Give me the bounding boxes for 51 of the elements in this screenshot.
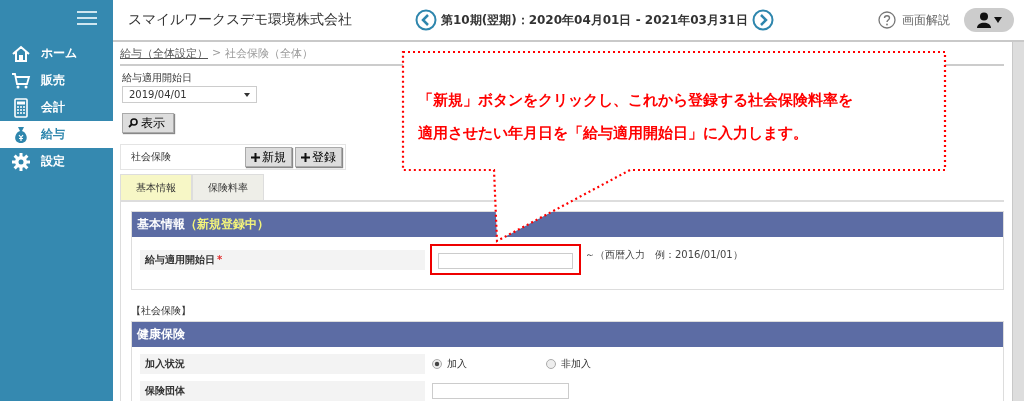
caret-icon bbox=[244, 92, 250, 97]
gear-icon bbox=[11, 151, 31, 172]
radio-label: 非加入 bbox=[561, 357, 591, 371]
show-button[interactable]: 表示 bbox=[122, 113, 174, 133]
radio-button[interactable] bbox=[546, 359, 556, 369]
search-icon bbox=[128, 118, 138, 128]
callout-text: 「新規」ボタンをクリックし、これから登録する社会保険料率を bbox=[418, 90, 854, 111]
toolbar-label: 社会保険 bbox=[131, 150, 172, 164]
breadcrumb-link[interactable]: 給与（全体設定） bbox=[120, 46, 208, 61]
field-label: 給与適用開始日 bbox=[122, 72, 193, 84]
select-field[interactable] bbox=[432, 383, 569, 399]
cart-icon bbox=[11, 70, 31, 91]
section-title: 健康保険 bbox=[137, 326, 185, 343]
help-icon[interactable] bbox=[878, 11, 896, 29]
help-link[interactable]: 画面解説 bbox=[902, 11, 950, 29]
status-label: （新規登録中） bbox=[185, 216, 269, 233]
breadcrumb-current: 社会保険（全体） bbox=[225, 46, 314, 61]
sidebar-item[interactable]: ホーム bbox=[0, 40, 113, 67]
radio-label: 加入 bbox=[447, 357, 467, 371]
sidebar-item[interactable]: 会計 bbox=[0, 94, 113, 121]
tab[interactable]: 基本情報 bbox=[120, 174, 192, 200]
plus-icon bbox=[251, 152, 260, 162]
toolbar-button[interactable]: 登録 bbox=[295, 147, 342, 167]
toolbar-button[interactable]: 新規 bbox=[245, 147, 292, 167]
date-input[interactable] bbox=[438, 252, 573, 269]
user-menu-button[interactable] bbox=[964, 8, 1014, 32]
required-mark: * bbox=[217, 254, 223, 265]
section-label: 【社会保険】 bbox=[131, 304, 192, 318]
sidebar-item[interactable]: 給与 bbox=[0, 121, 113, 148]
row-label: 保険団体 bbox=[140, 381, 425, 401]
callout-text: 適用させたい年月日を「給与適用開始日」に入力します。 bbox=[418, 123, 809, 144]
menu-icon[interactable] bbox=[77, 10, 97, 26]
next-period-icon[interactable] bbox=[751, 9, 774, 31]
plus-icon bbox=[301, 152, 310, 162]
company-name: スマイルワークスデモ環境株式会社 bbox=[128, 11, 353, 29]
field-label: 給与適用開始日 bbox=[145, 252, 215, 267]
calculator-icon bbox=[11, 97, 31, 118]
input-hint: ～（西暦入力 例：2016/01/01） bbox=[585, 248, 743, 262]
home-icon bbox=[11, 43, 31, 64]
radio-button[interactable] bbox=[432, 359, 442, 369]
breadcrumb-separator: > bbox=[212, 46, 222, 61]
date-select[interactable]: 2019/04/01 bbox=[122, 86, 257, 103]
row-label: 加入状況 bbox=[140, 354, 425, 374]
tab[interactable]: 保険料率 bbox=[192, 174, 264, 200]
section-title: 基本情報 bbox=[137, 216, 185, 233]
sidebar-item[interactable]: 販売 bbox=[0, 67, 113, 94]
fiscal-period: 第10期(翌期)：2020年04月01日 - 2021年03月31日 bbox=[441, 11, 748, 29]
sidebar-item[interactable]: 設定 bbox=[0, 148, 113, 175]
scrollbar[interactable] bbox=[1012, 42, 1024, 401]
user-icon bbox=[976, 12, 1002, 28]
previous-period-icon[interactable] bbox=[415, 9, 437, 31]
